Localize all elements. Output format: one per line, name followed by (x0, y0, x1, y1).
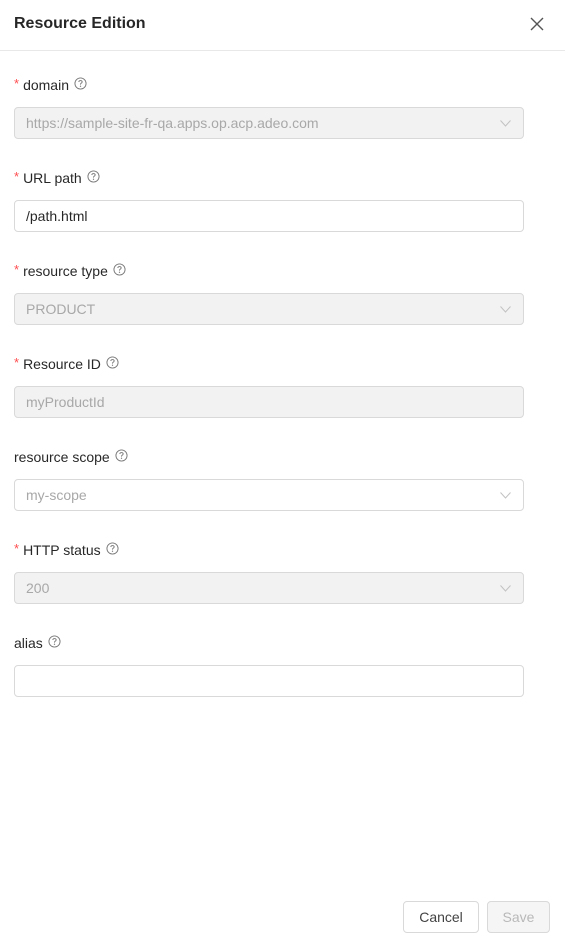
label-text: resource scope (14, 449, 110, 465)
form-item-http-status: * HTTP status 200 (14, 540, 524, 604)
close-icon (530, 17, 544, 31)
resource-edition-drawer: Resource Edition * domain https://sample… (0, 0, 565, 939)
alias-input[interactable] (14, 665, 524, 697)
question-circle-icon[interactable] (87, 169, 101, 183)
form-item-resource-id: * Resource ID myProductId (14, 354, 524, 418)
form-item-domain: * domain https://sample-site-fr-qa.apps.… (14, 75, 524, 139)
cancel-button[interactable]: Cancel (403, 901, 479, 933)
field-label: resource scope (14, 447, 524, 467)
chevron-down-icon (499, 117, 511, 129)
question-circle-icon[interactable] (106, 355, 120, 369)
chevron-down-icon (499, 303, 511, 315)
resource-id-input: myProductId (14, 386, 524, 418)
chevron-down-icon (499, 489, 511, 501)
field-label: * Resource ID (14, 354, 524, 374)
required-mark: * (14, 541, 20, 556)
http-status-select: 200 (14, 572, 524, 604)
label-text: Resource ID (23, 356, 101, 372)
label-text: URL path (23, 170, 82, 186)
label-text: HTTP status (23, 542, 101, 558)
field-label: * HTTP status (14, 540, 524, 560)
http-status-value: 200 (26, 580, 50, 596)
label-text: alias (14, 635, 43, 651)
form-item-alias: alias (14, 633, 524, 697)
question-circle-icon[interactable] (115, 448, 129, 462)
question-circle-icon[interactable] (48, 634, 62, 648)
field-label: alias (14, 633, 524, 653)
save-button[interactable]: Save (487, 901, 550, 933)
required-mark: * (14, 169, 20, 184)
resource-scope-select[interactable]: my-scope (14, 479, 524, 511)
question-circle-icon[interactable] (74, 76, 88, 90)
domain-select: https://sample-site-fr-qa.apps.op.acp.ad… (14, 107, 524, 139)
domain-select-value: https://sample-site-fr-qa.apps.op.acp.ad… (26, 115, 319, 131)
close-button[interactable] (527, 14, 547, 34)
question-circle-icon[interactable] (113, 262, 127, 276)
drawer-title: Resource Edition (14, 15, 146, 32)
resource-scope-placeholder: my-scope (26, 487, 87, 503)
chevron-down-icon (499, 582, 511, 594)
resource-type-value: PRODUCT (26, 301, 96, 317)
drawer-header: Resource Edition (0, 0, 565, 51)
required-mark: * (14, 76, 20, 91)
form-item-url-path: * URL path /path.html (14, 168, 524, 232)
resource-id-value: myProductId (26, 394, 105, 410)
field-label: * resource type (14, 261, 524, 281)
url-path-input[interactable]: /path.html (14, 200, 524, 232)
field-label: * URL path (14, 168, 524, 188)
form-item-resource-type: * resource type PRODUCT (14, 261, 524, 325)
label-text: resource type (23, 263, 108, 279)
form-item-resource-scope: resource scope my-scope (14, 447, 524, 511)
required-mark: * (14, 262, 20, 277)
url-path-value: /path.html (26, 208, 88, 224)
question-circle-icon[interactable] (106, 541, 120, 555)
resource-type-select: PRODUCT (14, 293, 524, 325)
required-mark: * (14, 355, 20, 370)
field-label: * domain (14, 75, 524, 95)
label-text: domain (23, 77, 69, 93)
